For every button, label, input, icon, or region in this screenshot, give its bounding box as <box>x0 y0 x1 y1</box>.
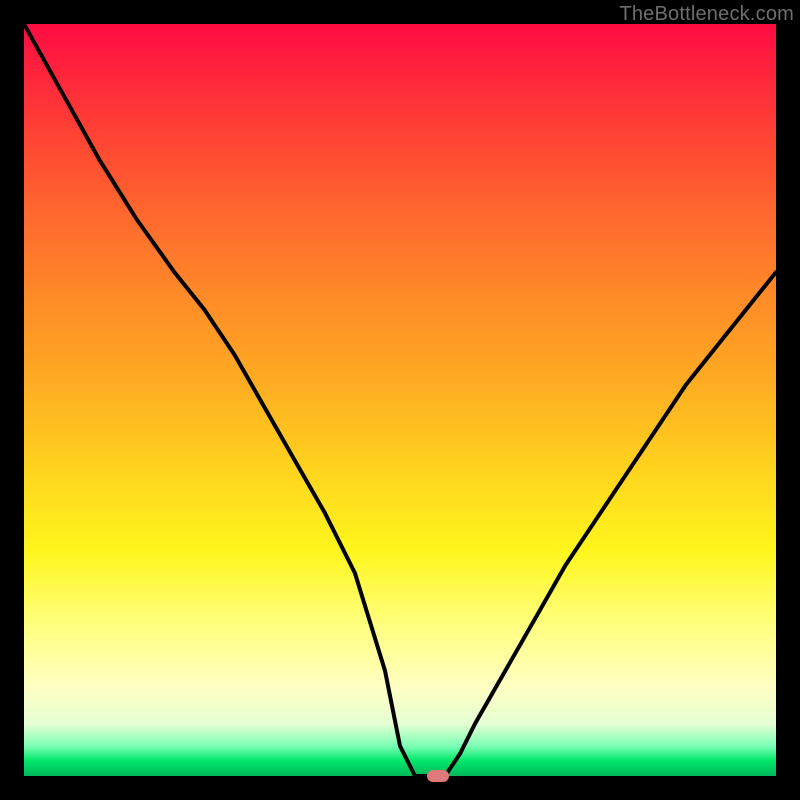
plot-area <box>24 24 776 776</box>
watermark-text: TheBottleneck.com <box>619 3 794 26</box>
bottleneck-curve <box>24 24 776 776</box>
curve-path <box>24 24 776 776</box>
optimal-marker <box>427 770 449 782</box>
chart-frame: TheBottleneck.com <box>0 0 800 800</box>
